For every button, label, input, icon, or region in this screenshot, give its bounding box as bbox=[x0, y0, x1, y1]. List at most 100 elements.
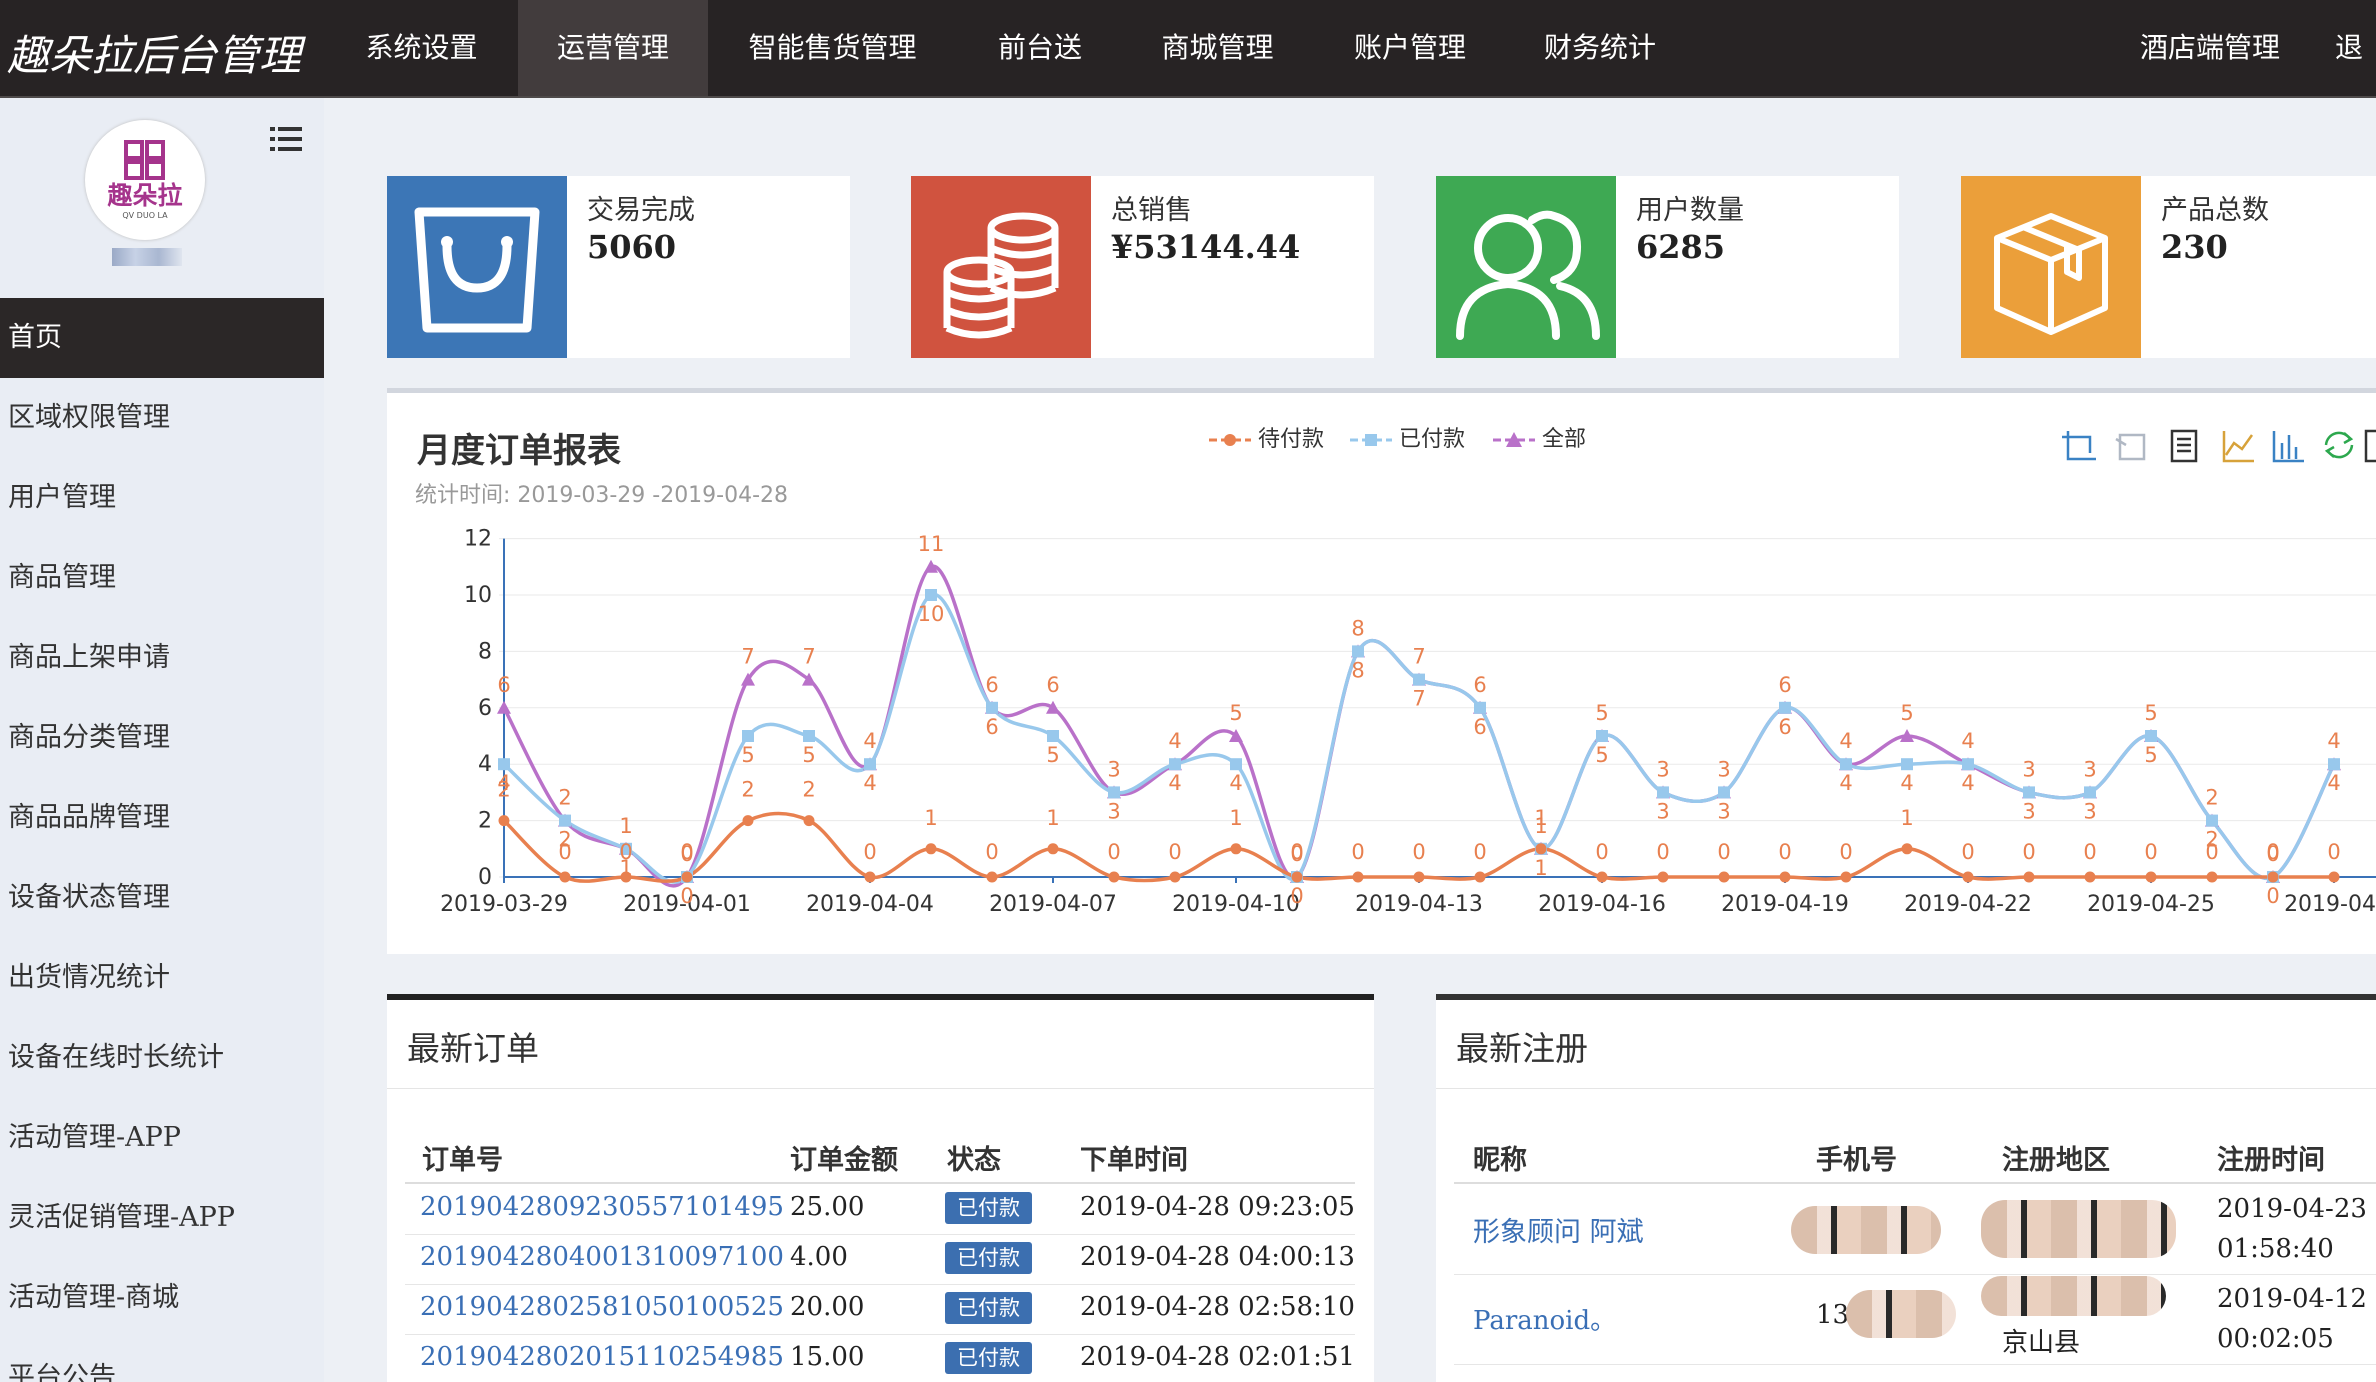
data-point bbox=[1352, 871, 1364, 883]
data-label: 2 bbox=[2205, 786, 2218, 810]
data-point bbox=[986, 871, 998, 883]
data-label: 0 bbox=[2266, 884, 2279, 908]
data-label: 3 bbox=[2083, 757, 2096, 781]
data-label: 5 bbox=[1046, 743, 1059, 767]
order-id-link[interactable]: 2019042802581050100525 bbox=[420, 1292, 784, 1322]
y-tick-label: 0 bbox=[478, 865, 492, 890]
data-label: 0 bbox=[2022, 840, 2035, 864]
data-point bbox=[1291, 871, 1303, 883]
data-point bbox=[1169, 758, 1181, 771]
stat-card-completed: 交易完成 5060 bbox=[387, 176, 850, 358]
data-point bbox=[986, 701, 998, 714]
data-point bbox=[1047, 730, 1059, 742]
data-point bbox=[1657, 871, 1669, 883]
data-point bbox=[1962, 871, 1974, 883]
stat-label: 产品总数 bbox=[2161, 195, 2269, 226]
x-tick-label: 2019-04-10 bbox=[1172, 892, 1300, 917]
col-order-time: 下单时间 bbox=[1080, 1145, 1188, 1176]
data-label: 4 bbox=[863, 729, 876, 753]
sidebar: 趣朵拉 QV DUO LA 首页 区域权限管理 用户管理 商品管理 商品上架申请… bbox=[0, 98, 324, 1382]
nav-mall[interactable]: 商城管理 bbox=[1140, 0, 1295, 96]
nav-system-settings[interactable]: 系统设置 bbox=[344, 0, 499, 96]
sidebar-item-promotion-app[interactable]: 灵活促销管理-APP bbox=[0, 1178, 324, 1258]
nav-logout[interactable]: 退 bbox=[2335, 0, 2376, 96]
data-point bbox=[1840, 871, 1852, 883]
data-label: 8 bbox=[1351, 658, 1364, 682]
sidebar-item-users[interactable]: 用户管理 bbox=[0, 458, 324, 538]
x-tick-label: 2019-03-29 bbox=[440, 892, 568, 917]
sidebar-item-shipment-stats[interactable]: 出货情况统计 bbox=[0, 938, 324, 1018]
status-badge: 已付款 bbox=[945, 1342, 1032, 1374]
data-label: 0 bbox=[2144, 840, 2157, 864]
data-point bbox=[559, 871, 571, 883]
order-time: 2019-04-28 02:01:51 bbox=[1080, 1342, 1355, 1372]
data-point bbox=[1108, 871, 1120, 883]
order-id-link[interactable]: 2019042804001310097100 bbox=[420, 1242, 784, 1272]
y-tick-label: 10 bbox=[464, 583, 492, 608]
data-label: 3 bbox=[1656, 799, 1669, 823]
data-label: 0 bbox=[558, 840, 571, 864]
stat-value: 6285 bbox=[1636, 228, 1726, 266]
order-id-link[interactable]: 2019042809230557101495 bbox=[420, 1192, 784, 1222]
data-label: 4 bbox=[1961, 729, 1974, 753]
data-label: 0 bbox=[1778, 840, 1791, 864]
data-point bbox=[1413, 673, 1425, 686]
y-tick-label: 8 bbox=[478, 639, 492, 664]
data-label: 0 bbox=[1290, 884, 1303, 908]
data-point bbox=[2145, 730, 2157, 742]
sidebar-item-device-status[interactable]: 设备状态管理 bbox=[0, 858, 324, 938]
data-label: 2 bbox=[497, 778, 510, 802]
user-nickname-link[interactable]: Paranoid。 bbox=[1473, 1300, 1616, 1337]
data-label: 5 bbox=[1595, 701, 1608, 725]
data-label: 0 bbox=[2205, 840, 2218, 864]
stat-label: 总销售 bbox=[1111, 195, 1192, 226]
sidebar-item-region-permissions[interactable]: 区域权限管理 bbox=[0, 378, 324, 458]
data-label: 4 bbox=[863, 771, 876, 795]
data-label: 6 bbox=[1778, 673, 1791, 697]
users-icon bbox=[1436, 176, 1616, 358]
user-nickname-link[interactable]: 形象顾问 阿斌 bbox=[1473, 1210, 1644, 1249]
sidebar-item-activity-mall[interactable]: 活动管理-商城 bbox=[0, 1258, 324, 1338]
sidebar-item-announcements[interactable]: 平台公告 bbox=[0, 1338, 324, 1382]
data-label: 4 bbox=[1900, 771, 1913, 795]
data-point bbox=[498, 758, 510, 771]
register-date: 2019-04-23 bbox=[2217, 1194, 2367, 1224]
data-point bbox=[2328, 871, 2340, 883]
order-id-link[interactable]: 2019042802015110254985 bbox=[420, 1342, 784, 1372]
line-chart-svg: 0246810122019-03-29 2019-04-01 2019-04-04 2… bbox=[440, 527, 2376, 917]
data-label: 0 bbox=[680, 840, 693, 864]
col-order-amount: 订单金额 bbox=[790, 1145, 898, 1176]
order-time: 2019-04-28 02:58:10 bbox=[1080, 1292, 1355, 1322]
data-label: 3 bbox=[2083, 799, 2096, 823]
data-point bbox=[864, 871, 876, 883]
sidebar-item-activity-app[interactable]: 活动管理-APP bbox=[0, 1098, 324, 1178]
data-label: 7 bbox=[1412, 645, 1425, 669]
nav-smart-vending[interactable]: 智能售货管理 bbox=[730, 0, 935, 96]
data-point bbox=[1901, 843, 1913, 855]
user-region: 京山县 bbox=[2002, 1328, 2081, 1358]
data-point bbox=[1169, 871, 1181, 883]
nav-hotel-admin[interactable]: 酒店端管理 bbox=[2125, 0, 2295, 96]
data-label: 0 bbox=[863, 840, 876, 864]
data-point bbox=[803, 730, 815, 742]
data-point bbox=[742, 730, 754, 742]
nav-finance[interactable]: 财务统计 bbox=[1515, 0, 1685, 96]
menu-list-icon[interactable] bbox=[270, 124, 302, 154]
data-label: 3 bbox=[1656, 757, 1669, 781]
nav-account[interactable]: 账户管理 bbox=[1325, 0, 1495, 96]
data-label: 0 bbox=[1168, 840, 1181, 864]
sidebar-item-brands[interactable]: 商品品牌管理 bbox=[0, 778, 324, 858]
nav-operations[interactable]: 运营管理 bbox=[518, 0, 708, 96]
data-point bbox=[1718, 786, 1730, 799]
logo-text: 趣朵拉 bbox=[106, 181, 182, 210]
nav-front-desk[interactable]: 前台送 bbox=[955, 0, 1125, 96]
sidebar-item-online-duration[interactable]: 设备在线时长统计 bbox=[0, 1018, 324, 1098]
sidebar-item-home[interactable]: 首页 bbox=[0, 298, 324, 378]
sidebar-item-categories[interactable]: 商品分类管理 bbox=[0, 698, 324, 778]
data-label: 6 bbox=[985, 673, 998, 697]
box-icon bbox=[1961, 176, 2141, 358]
sidebar-item-listing-requests[interactable]: 商品上架申请 bbox=[0, 618, 324, 698]
sidebar-item-products[interactable]: 商品管理 bbox=[0, 538, 324, 618]
data-label: 5 bbox=[1900, 701, 1913, 725]
data-point bbox=[1779, 701, 1791, 714]
